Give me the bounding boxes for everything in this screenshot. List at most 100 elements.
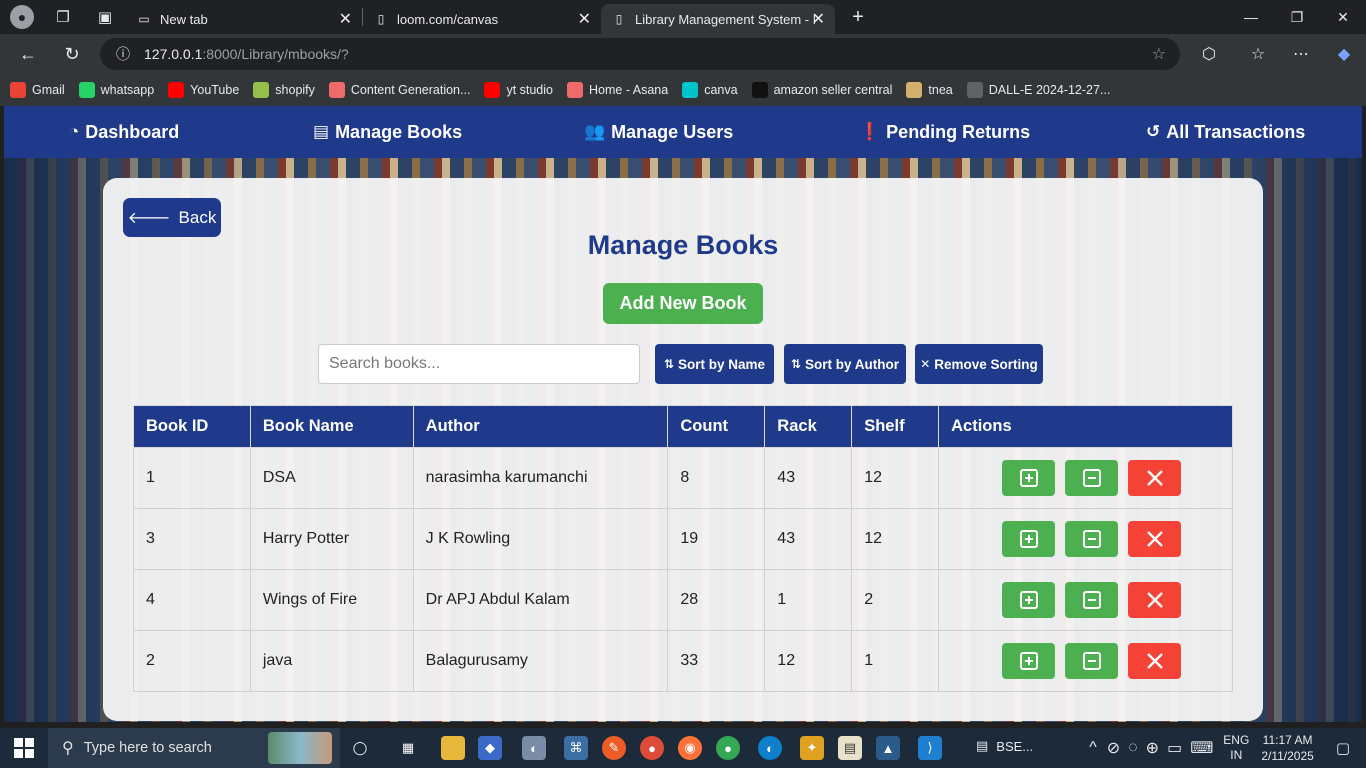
column-header: Count (667, 405, 766, 448)
bookmark-item[interactable]: tnea (906, 82, 953, 98)
delete-book-button[interactable] (1128, 521, 1182, 557)
bookmark-item[interactable]: DALL-E 2024-12-27... (966, 82, 1110, 98)
sort-icon: ⇅ (663, 357, 675, 371)
nav-manage-books[interactable]: ▤ Manage Books (313, 106, 462, 158)
copilot-icon[interactable]: ◆ (1328, 38, 1360, 70)
bookmark-item[interactable]: Home - Asana (567, 82, 668, 98)
network-status-icon[interactable]: ⊘ (1107, 738, 1120, 758)
widgets-icon[interactable]: ▦ (396, 736, 420, 760)
firefox-icon[interactable]: ◉ (678, 736, 702, 760)
bookmark-item[interactable]: YouTube (168, 82, 239, 98)
vscode-icon[interactable]: ⟩ (918, 736, 942, 760)
task-view-icon[interactable]: ◯ (348, 736, 372, 760)
delete-book-button[interactable] (1128, 643, 1182, 679)
chevron-up-icon[interactable]: ^ (1089, 739, 1097, 757)
file-explorer-icon[interactable] (441, 736, 465, 760)
nav-pending-returns[interactable]: ❗ Pending Returns (859, 106, 1030, 158)
favorite-star-icon[interactable]: ☆ (1152, 44, 1166, 64)
workspaces-icon[interactable]: ❐ (52, 6, 74, 28)
profile-avatar-icon[interactable]: ● (10, 5, 34, 29)
windows-start-icon[interactable] (14, 738, 34, 758)
stocks-widget[interactable]: ▤ BSE... (976, 738, 1033, 754)
favorites-icon[interactable]: ☆ (1242, 38, 1274, 70)
close-icon (1146, 592, 1163, 608)
nav-all-transactions[interactable]: ↺ All Transactions (1146, 106, 1305, 158)
bookmark-item[interactable]: whatsapp (78, 82, 154, 98)
bookmark-item[interactable]: Content Generation... (328, 82, 470, 98)
bookmark-item[interactable]: shopify (253, 82, 315, 98)
taskbar-search-box[interactable]: ⚲ Type here to search (48, 728, 340, 768)
app-icon[interactable]: ◐ (522, 736, 546, 760)
nav-dashboard[interactable]: ◔ Dashboard (69, 106, 179, 158)
table-cell: 12 (851, 508, 940, 570)
bookmark-item[interactable]: canva (682, 82, 738, 98)
close-icon (1146, 653, 1163, 669)
search-books-input[interactable] (318, 344, 640, 384)
bookmark-item[interactable]: yt studio (484, 82, 553, 98)
refresh-icon[interactable]: ↻ (54, 36, 90, 72)
table-cell: J K Rowling (412, 508, 669, 570)
back-arrow-icon[interactable]: ← (10, 36, 46, 72)
asana-icon (328, 82, 345, 98)
decrease-count-button[interactable] (1065, 643, 1119, 679)
tab-library-management[interactable]: ▯ Library Management System - Ma ✕ (601, 4, 835, 34)
close-icon[interactable]: ✕ (812, 9, 825, 29)
delete-book-button[interactable] (1128, 460, 1182, 496)
decrease-count-button[interactable] (1065, 521, 1119, 557)
increase-count-button[interactable] (1002, 460, 1056, 496)
postman-icon[interactable]: ✎ (602, 736, 626, 760)
increase-count-button[interactable] (1002, 521, 1056, 557)
table-body: 1 DSA narasimha karumanchi 8 43 12 3 Harry Pott… (133, 447, 1233, 692)
close-window-icon[interactable]: ✕ (1320, 0, 1366, 34)
globe-icon[interactable]: ⊕ (1146, 738, 1159, 758)
row-actions (951, 582, 1232, 618)
plus-square-icon (1019, 652, 1038, 670)
restore-icon[interactable]: ❐ (1274, 0, 1320, 34)
cloud-icon[interactable]: ◌ (1128, 739, 1138, 757)
nav-manage-users[interactable]: 👥 Manage Users (584, 106, 733, 158)
tab-new-tab[interactable]: ▭ New tab ✕ (126, 4, 362, 34)
table-cell: 3 (133, 508, 251, 570)
increase-count-button[interactable] (1002, 643, 1056, 679)
close-icon[interactable]: ✕ (339, 9, 352, 29)
clock[interactable]: 11:17 AM 2/11/2025 (1261, 732, 1314, 764)
close-icon (1146, 470, 1163, 486)
sort-by-author-button[interactable]: ⇅ Sort by Author (784, 344, 906, 384)
edge-icon[interactable]: ◐ (758, 736, 782, 760)
python-icon[interactable]: ⌘ (564, 736, 588, 760)
delete-book-button[interactable] (1128, 582, 1182, 618)
table-cell: 12 (764, 630, 853, 692)
chrome-icon[interactable]: ● (716, 736, 740, 760)
remove-sorting-button[interactable]: ✕ Remove Sorting (915, 344, 1043, 384)
medal-app-icon[interactable]: ✦ (800, 736, 824, 760)
menu-dots-icon[interactable]: ⋯ (1285, 38, 1317, 70)
keyboard-icon[interactable]: ⌨ (1190, 738, 1213, 758)
bookmark-item[interactable]: amazon seller central (751, 82, 892, 98)
users-icon: 👥 (584, 122, 606, 141)
notifications-icon[interactable]: ▢ (1336, 739, 1350, 757)
add-new-book-button[interactable]: Add New Book (603, 283, 763, 324)
app-icon[interactable]: ◆ (478, 736, 502, 760)
bookmark-label: canva (704, 83, 738, 97)
sort-by-name-button[interactable]: ⇅ Sort by Name (655, 344, 774, 384)
extensions-icon[interactable]: ⬡ (1193, 38, 1225, 70)
workbench-icon[interactable]: ▲ (876, 736, 900, 760)
browser-tab-bar: ● ❐ ▣ ▭ New tab ✕ ▯ loom.com/canvas ✕ ▯ … (0, 0, 1366, 34)
language-indicator[interactable]: ENG IN (1223, 733, 1249, 763)
tab-actions-icon[interactable]: ▣ (94, 6, 116, 28)
site-info-icon[interactable]: ⓘ (116, 44, 130, 64)
row-actions (951, 643, 1232, 679)
close-icon[interactable]: ✕ (578, 9, 591, 29)
decrease-count-button[interactable] (1065, 582, 1119, 618)
decrease-count-button[interactable] (1065, 460, 1119, 496)
table-row: 3 Harry Potter J K Rowling 19 43 12 (133, 508, 1233, 570)
battery-icon[interactable]: ▭ (1167, 738, 1182, 758)
chrome-icon[interactable]: ● (640, 736, 664, 760)
minimize-icon[interactable]: — (1228, 0, 1274, 34)
new-tab-plus-icon[interactable]: + (847, 6, 869, 28)
bookmark-item[interactable]: Gmail (10, 82, 65, 98)
increase-count-button[interactable] (1002, 582, 1056, 618)
file-app-icon[interactable]: ▤ (838, 736, 862, 760)
url-field[interactable]: ⓘ 127.0.0.1:8000/Library/mbooks/? ☆ (100, 38, 1180, 70)
tab-loom[interactable]: ▯ loom.com/canvas ✕ (363, 4, 601, 34)
